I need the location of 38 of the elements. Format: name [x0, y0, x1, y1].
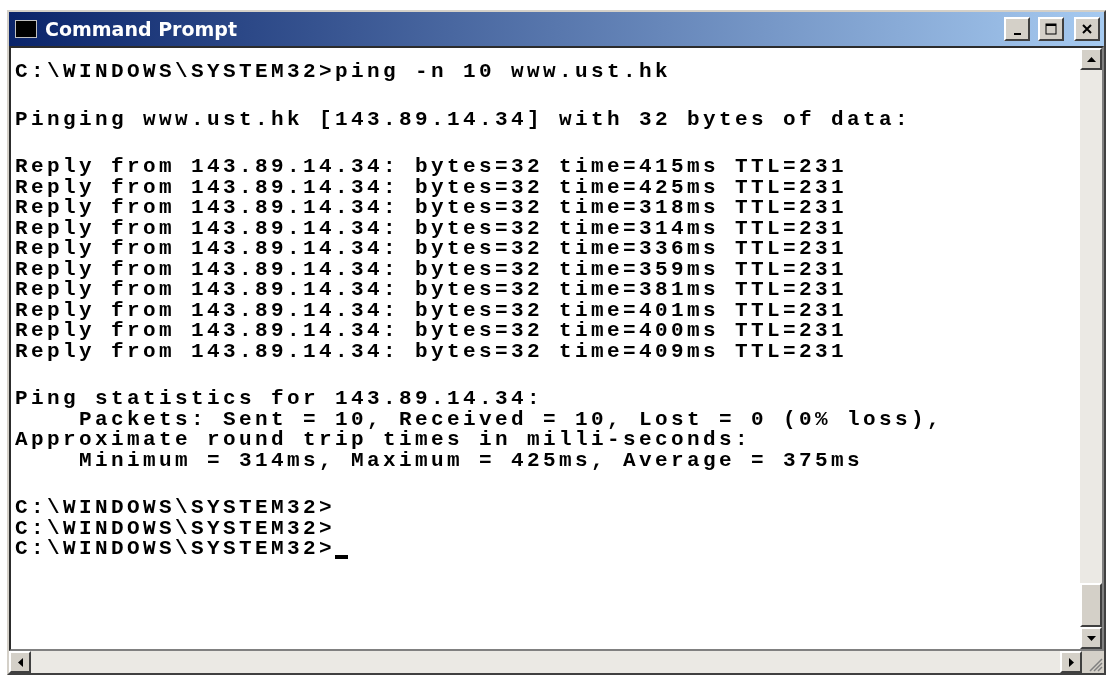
console-line: Ping statistics for 143.89.14.34:	[15, 389, 544, 410]
window-title: Command Prompt	[45, 18, 238, 40]
console-line: Pinging www.ust.hk [143.89.14.34] with 32 bytes of data:	[15, 109, 912, 130]
console-line: Reply from 143.89.14.34: bytes=32 time=409ms TTL=231	[15, 341, 848, 362]
console-line: Reply from 143.89.14.34: bytes=32 time=415ms TTL=231	[15, 157, 848, 178]
right-arrow-icon	[1068, 657, 1074, 667]
maximize-icon	[1045, 23, 1057, 35]
up-arrow-icon	[1086, 56, 1096, 62]
console-line: Reply from 143.89.14.34: bytes=32 time=359ms TTL=231	[15, 259, 848, 280]
scroll-up-button[interactable]	[1080, 48, 1102, 70]
console-app-icon	[15, 20, 37, 38]
scroll-down-button[interactable]	[1080, 627, 1102, 649]
close-icon	[1082, 24, 1092, 34]
scroll-right-button[interactable]	[1060, 651, 1082, 673]
horizontal-scrollbar[interactable]	[9, 651, 1082, 673]
left-arrow-icon	[17, 657, 23, 667]
console-line: Minimum = 314ms, Maximum = 425ms, Average = 375ms	[79, 450, 864, 471]
scroll-left-button[interactable]	[9, 651, 31, 673]
scrollbar-thumb[interactable]	[1080, 583, 1102, 627]
console-line: Packets: Sent = 10, Received = 10, Lost = 0 (0% loss),	[79, 409, 944, 430]
console-line: Approximate round trip times in milli-seconds:	[15, 430, 752, 451]
console-line: C:\WINDOWS\SYSTEM32>ping -n 10 www.ust.hk	[15, 62, 672, 83]
console-line: Reply from 143.89.14.34: bytes=32 time=318ms TTL=231	[15, 198, 848, 219]
console-line: Reply from 143.89.14.34: bytes=32 time=401ms TTL=231	[15, 300, 848, 321]
console-line: C:\WINDOWS\SYSTEM32>	[15, 498, 336, 519]
console-line: C:\WINDOWS\SYSTEM32>	[15, 518, 336, 539]
console-line: Reply from 143.89.14.34: bytes=32 time=400ms TTL=231	[15, 321, 848, 342]
down-arrow-icon	[1086, 635, 1096, 641]
console-line: Reply from 143.89.14.34: bytes=32 time=336ms TTL=231	[15, 239, 848, 260]
maximize-button[interactable]	[1038, 17, 1064, 41]
console-line: Reply from 143.89.14.34: bytes=32 time=314ms TTL=231	[15, 218, 848, 239]
console-line: Reply from 143.89.14.34: bytes=32 time=381ms TTL=231	[15, 280, 848, 301]
close-button[interactable]	[1074, 17, 1100, 41]
console-line: Reply from 143.89.14.34: bytes=32 time=425ms TTL=231	[15, 177, 848, 198]
vertical-scrollbar[interactable]	[1080, 48, 1102, 649]
console-line: C:\WINDOWS\SYSTEM32>	[15, 539, 336, 560]
minimize-button[interactable]	[1004, 17, 1030, 41]
minimize-icon	[1013, 33, 1021, 35]
